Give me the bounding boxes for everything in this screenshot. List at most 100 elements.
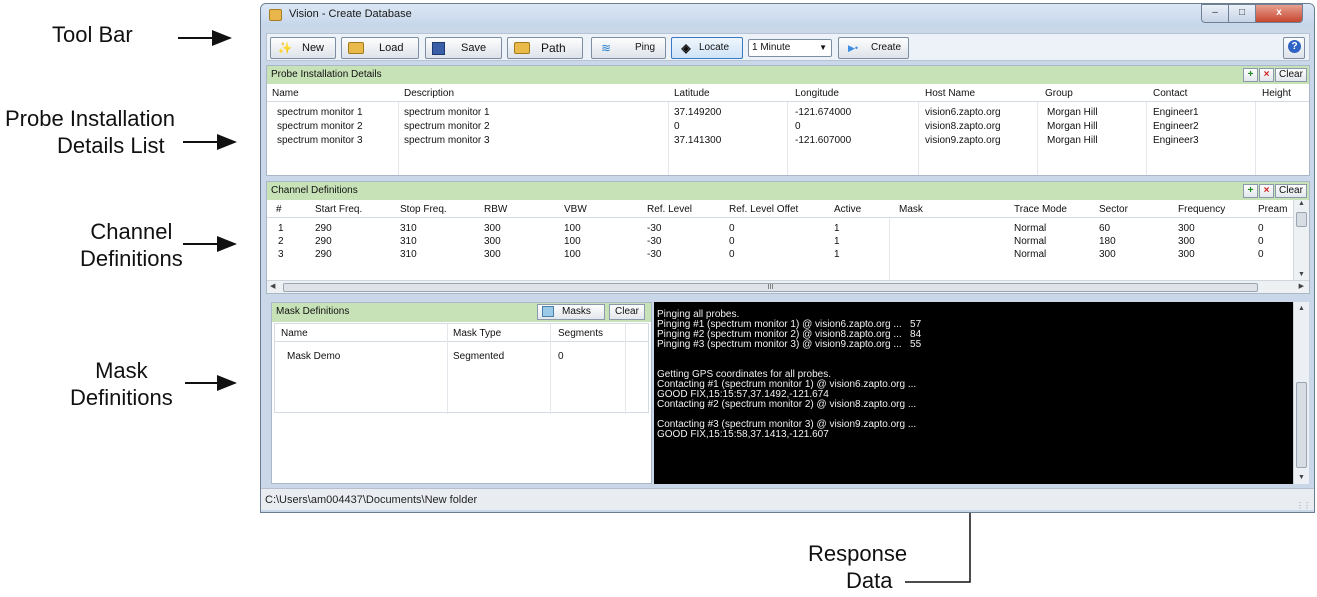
probe-col-name[interactable]: Name xyxy=(272,88,299,99)
table-row[interactable]: 1 290 310 300 100 -30 0 1 Normal 60 300 … xyxy=(267,223,1293,236)
title-bar[interactable]: Vision - Create Database – □ x xyxy=(261,4,1314,26)
probe-col-description[interactable]: Description xyxy=(404,88,454,99)
scroll-thumb[interactable] xyxy=(1296,212,1307,227)
maximize-button[interactable]: □ xyxy=(1228,4,1256,23)
channel-cell: 100 xyxy=(564,236,581,247)
channel-cell: Normal xyxy=(1014,249,1047,260)
channel-col[interactable]: Mask xyxy=(899,204,923,215)
masks-button[interactable]: Masks xyxy=(537,304,605,320)
create-button[interactable]: ▶• Create xyxy=(838,37,909,59)
ping-button[interactable]: ≋ Ping xyxy=(591,37,666,59)
probe-cell: spectrum monitor 3 xyxy=(404,135,490,146)
load-button[interactable]: Load xyxy=(341,37,419,59)
mask-definitions-header: Mask Definitions Masks Clear xyxy=(272,303,651,322)
path-button[interactable]: Path xyxy=(507,37,583,59)
probe-cell: Engineer3 xyxy=(1153,135,1199,146)
probe-remove-button[interactable]: × xyxy=(1259,68,1274,82)
mask-col-name[interactable]: Name xyxy=(281,328,308,339)
response-line: Contacting #2 (spectrum monitor 2) @ vis… xyxy=(657,399,917,410)
probe-cell: spectrum monitor 2 xyxy=(404,121,490,132)
callout-response-line2: Data xyxy=(846,568,893,593)
response-console[interactable]: Pinging all probes. Pinging #1 (spectrum… xyxy=(654,302,1293,484)
response-line: Pinging #3 (spectrum monitor 3) @ vision… xyxy=(657,339,922,350)
probe-col-contact[interactable]: Contact xyxy=(1153,88,1187,99)
scroll-thumb[interactable] xyxy=(1296,382,1307,468)
table-row[interactable]: spectrum monitor 1 spectrum monitor 1 37… xyxy=(267,107,1309,121)
probe-cell: Engineer1 xyxy=(1153,107,1199,118)
probe-col-hostname[interactable]: Host Name xyxy=(925,88,975,99)
channel-col[interactable]: Stop Freq. xyxy=(400,204,447,215)
channel-cell: 0 xyxy=(729,249,735,260)
mask-col-segments[interactable]: Segments xyxy=(558,328,603,339)
probe-add-button[interactable]: + xyxy=(1243,68,1258,82)
channel-col[interactable]: Ref. Level Offet xyxy=(729,204,798,215)
mask-cell: Segmented xyxy=(453,351,505,362)
wifi-icon: ≋ xyxy=(600,41,612,55)
help-button[interactable]: ? xyxy=(1283,37,1305,59)
probe-cell: 37.141300 xyxy=(674,135,722,146)
channel-cell: 310 xyxy=(400,249,417,260)
channel-add-button[interactable]: + xyxy=(1243,184,1258,198)
resize-grip-icon[interactable]: ⋮⋮ xyxy=(1296,495,1311,512)
channel-clear-button[interactable]: Clear xyxy=(1275,184,1307,198)
channel-cell: Normal xyxy=(1014,236,1047,247)
table-row[interactable]: spectrum monitor 2 spectrum monitor 2 0 … xyxy=(267,121,1309,135)
scroll-down-icon[interactable]: ▼ xyxy=(1294,271,1309,278)
probe-cell: -121.674000 xyxy=(795,107,852,118)
channel-col[interactable]: Pream xyxy=(1258,204,1287,215)
channel-definitions-title: Channel Definitions xyxy=(271,185,358,196)
table-row[interactable]: spectrum monitor 3 spectrum monitor 3 37… xyxy=(267,135,1309,149)
close-button[interactable]: x xyxy=(1255,4,1303,23)
callout-mask-definitions: Mask Definitions xyxy=(70,357,173,411)
channel-col[interactable]: # xyxy=(276,204,282,215)
scroll-up-icon[interactable]: ▲ xyxy=(1294,305,1309,312)
channel-col[interactable]: RBW xyxy=(484,204,507,215)
scroll-right-icon[interactable]: ▶ xyxy=(1299,282,1304,290)
channel-hscroll[interactable]: ◀ III ▶ xyxy=(267,280,1309,293)
channel-cell: 1 xyxy=(834,236,840,247)
channel-col[interactable]: Active xyxy=(834,204,861,215)
table-row[interactable]: 3 290 310 300 100 -30 0 1 Normal 300 300… xyxy=(267,249,1293,262)
scroll-up-icon[interactable]: ▲ xyxy=(1294,200,1309,207)
probe-clear-button[interactable]: Clear xyxy=(1275,68,1307,82)
channel-remove-button[interactable]: × xyxy=(1259,184,1274,198)
probe-col-height[interactable]: Height xyxy=(1262,88,1291,99)
channel-col[interactable]: Sector xyxy=(1099,204,1128,215)
interval-select[interactable]: 1 Minute ▼ xyxy=(748,39,832,57)
mask-col-divider xyxy=(625,324,626,414)
response-line: GOOD FIX,15:15:58,37.1413,-121.607 xyxy=(657,429,829,440)
probe-cell: Morgan Hill xyxy=(1047,121,1098,132)
console-vscroll[interactable]: ▲ ▼ xyxy=(1293,302,1309,484)
locate-button[interactable]: ◈ Locate xyxy=(671,37,743,59)
probe-col-longitude[interactable]: Longitude xyxy=(795,88,839,99)
mask-table: Name Mask Type Segments Mask Demo Segmen… xyxy=(274,323,649,414)
channel-cell: 180 xyxy=(1099,236,1116,247)
save-button[interactable]: Save xyxy=(425,37,502,59)
minimize-button[interactable]: – xyxy=(1201,4,1229,23)
path-label: Path xyxy=(541,41,566,55)
probe-cell: 0 xyxy=(674,121,680,132)
table-row[interactable]: Mask Demo Segmented 0 xyxy=(275,351,648,365)
hscroll-thumb[interactable]: III xyxy=(283,283,1258,292)
scroll-left-icon[interactable]: ◀ xyxy=(270,282,275,290)
channel-col[interactable]: Start Freq. xyxy=(315,204,362,215)
probe-cell: spectrum monitor 1 xyxy=(277,107,363,118)
channel-col[interactable]: VBW xyxy=(564,204,587,215)
channel-table-header: # Start Freq. Stop Freq. RBW VBW Ref. Le… xyxy=(267,200,1293,218)
table-row[interactable]: 2 290 310 300 100 -30 0 1 Normal 180 300… xyxy=(267,236,1293,249)
probe-col-latitude[interactable]: Latitude xyxy=(674,88,710,99)
channel-cell: 310 xyxy=(400,223,417,234)
channel-cell: 290 xyxy=(315,236,332,247)
help-icon: ? xyxy=(1288,40,1301,53)
mask-col-type[interactable]: Mask Type xyxy=(453,328,501,339)
probe-col-group[interactable]: Group xyxy=(1045,88,1073,99)
channel-col[interactable]: Ref. Level xyxy=(647,204,692,215)
toolbar: ✨ New Load Save Path ≋ Ping ◈ Locate 1 M… xyxy=(266,33,1310,61)
scroll-down-icon[interactable]: ▼ xyxy=(1294,474,1309,481)
new-button[interactable]: ✨ New xyxy=(270,37,336,59)
channel-col[interactable]: Frequency xyxy=(1178,204,1225,215)
mask-clear-button[interactable]: Clear xyxy=(609,304,645,320)
mask-col-divider xyxy=(447,324,448,414)
channel-col[interactable]: Trace Mode xyxy=(1014,204,1067,215)
channel-vscroll[interactable]: ▲ ▼ xyxy=(1293,200,1309,280)
